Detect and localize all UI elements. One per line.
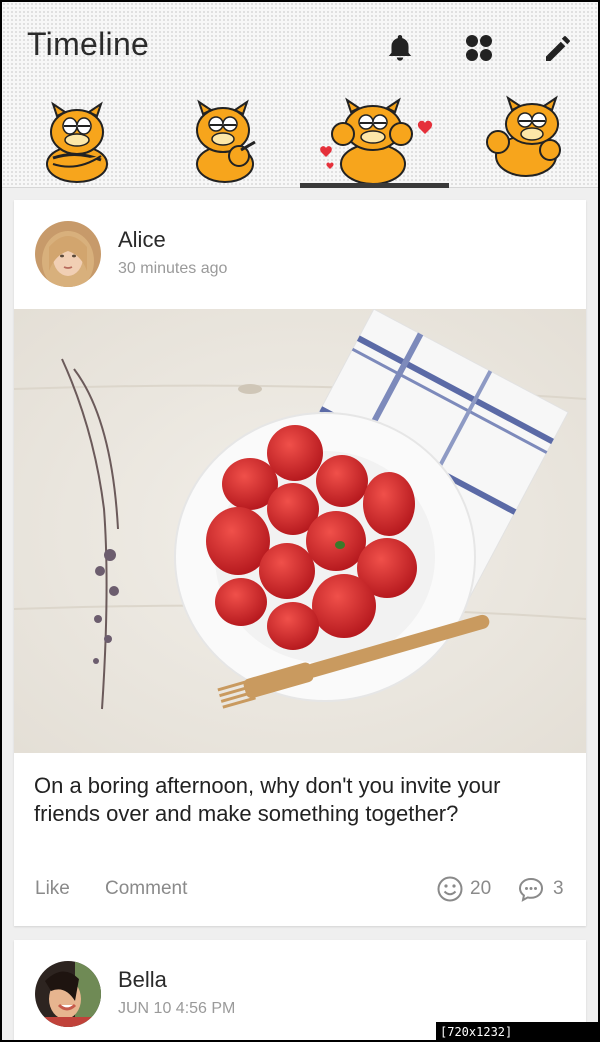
page-title: Timeline xyxy=(27,26,150,62)
garfield-sticker-icon xyxy=(196,99,256,183)
comments-count: 3 xyxy=(553,878,564,899)
like-button[interactable]: Like xyxy=(35,878,70,900)
sticker-tab-arms-crossed[interactable] xyxy=(2,94,152,188)
post-card: Alice 30 minutes ago On a boring afterno… xyxy=(14,200,586,926)
smiley-icon xyxy=(437,876,463,902)
reactions-button[interactable]: 20 xyxy=(436,874,491,904)
avatar[interactable] xyxy=(35,961,101,1027)
comment-button[interactable]: Comment xyxy=(105,878,187,900)
pencil-icon[interactable] xyxy=(542,32,574,64)
active-sticker-indicator xyxy=(300,183,449,188)
sticker-tab-hearts[interactable] xyxy=(300,94,450,188)
garfield-sticker-icon xyxy=(46,101,108,183)
post-timestamp: 30 minutes ago xyxy=(118,260,228,277)
bell-icon[interactable] xyxy=(384,32,416,64)
garfield-sticker-icon xyxy=(320,97,433,184)
app-header: Timeline xyxy=(2,2,598,188)
post-photo[interactable] xyxy=(14,309,586,753)
speech-bubble-icon xyxy=(518,877,544,902)
sticker-tab-thumbs-up[interactable] xyxy=(450,94,600,188)
avatar[interactable] xyxy=(35,221,101,287)
post-author[interactable]: Alice xyxy=(118,227,166,253)
sticker-tabs xyxy=(2,94,598,188)
comments-count-button[interactable]: 3 xyxy=(517,874,564,904)
post-actions: Like Comment 20 3 xyxy=(14,870,586,910)
apps-grid-icon[interactable] xyxy=(463,32,495,64)
post-author[interactable]: Bella xyxy=(118,967,167,993)
post-timestamp: JUN 10 4:56 PM xyxy=(118,1000,236,1017)
garfield-sticker-icon xyxy=(486,95,561,177)
post-text: On a boring afternoon, why don't you inv… xyxy=(34,773,501,826)
sticker-tab-pointing[interactable] xyxy=(150,94,300,188)
image-size-watermark: [720x1232] https://upic.me/ xyxy=(436,1022,600,1042)
reactions-count: 20 xyxy=(470,878,492,899)
